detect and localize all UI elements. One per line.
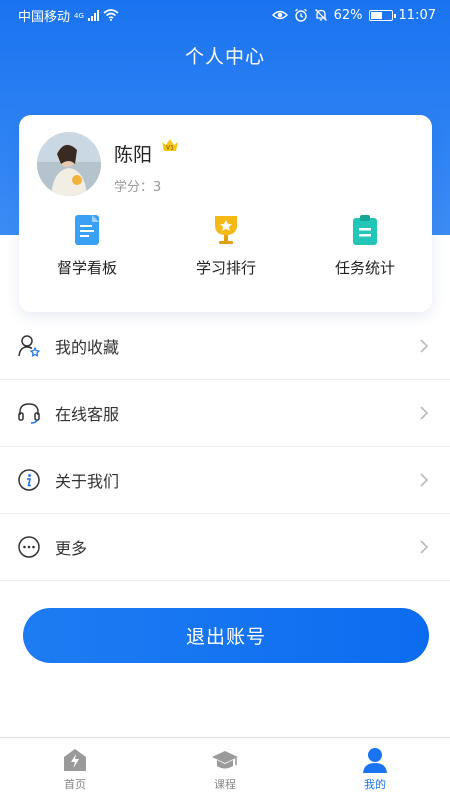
wifi-icon [103, 9, 119, 21]
menu-item-label: 在线客服 [55, 405, 120, 424]
battery-icon [368, 9, 396, 21]
clipboard-icon [353, 215, 377, 245]
credit-label: 学分：3 [114, 180, 162, 195]
tab-home[interactable]: 首页 [0, 738, 150, 800]
tab-courses[interactable]: 课程 [150, 738, 300, 800]
tab-label: 我的 [364, 778, 386, 791]
study-ranking-button[interactable]: 学习排行 [166, 213, 286, 278]
trophy-icon [215, 216, 237, 244]
vip-crown-icon: V1 [162, 139, 178, 152]
vip-level-label: V1 [166, 145, 174, 152]
tab-label: 课程 [214, 778, 236, 791]
user-name: 陈阳 [114, 144, 153, 166]
chevron-right-icon [420, 473, 429, 487]
battery-percent: 62% [333, 7, 363, 23]
signal-icon [87, 9, 99, 21]
settings-menu: 我的收藏 在线客服 关于我们 更多 [0, 313, 450, 581]
page-title: 个人中心 [184, 46, 265, 68]
network-label: 4G [74, 11, 84, 20]
info-icon [18, 469, 40, 491]
eye-icon [271, 10, 288, 20]
more-icon [18, 536, 40, 558]
logout-button[interactable]: 退出账号 [23, 608, 429, 663]
headset-icon [18, 403, 40, 424]
chevron-right-icon [420, 540, 429, 554]
person-icon [363, 748, 387, 773]
quick-action-label: 学习排行 [195, 259, 256, 277]
profile-card: 陈阳 V1 学分：3 督学看板 学习排行 任务统计 [19, 115, 432, 312]
chevron-right-icon [420, 406, 429, 420]
bottom-tab-bar: 首页 课程 我的 [0, 737, 450, 800]
quick-action-label: 任务统计 [334, 259, 395, 277]
user-star-icon [18, 335, 41, 357]
supervision-board-button[interactable]: 督学看板 [27, 213, 147, 278]
carrier-label: 中国移动 [18, 9, 71, 25]
menu-item-customer-service[interactable]: 在线客服 [0, 380, 450, 447]
menu-item-favorites[interactable]: 我的收藏 [0, 313, 450, 380]
menu-item-about-us[interactable]: 关于我们 [0, 447, 450, 514]
document-icon [75, 215, 99, 245]
task-statistics-button[interactable]: 任务统计 [305, 213, 425, 278]
alarm-icon [294, 8, 307, 22]
tab-mine[interactable]: 我的 [300, 738, 450, 800]
menu-item-label: 关于我们 [55, 472, 120, 491]
menu-item-more[interactable]: 更多 [0, 514, 450, 581]
mute-bell-icon [314, 9, 327, 21]
tab-label: 首页 [64, 778, 86, 791]
menu-item-label: 更多 [55, 539, 88, 558]
menu-item-label: 我的收藏 [55, 338, 120, 357]
quick-action-label: 督学看板 [56, 259, 117, 277]
home-icon [64, 749, 86, 771]
avatar[interactable] [37, 132, 101, 196]
battery-fill [370, 11, 383, 19]
graduation-cap-icon [212, 751, 238, 769]
chevron-right-icon [420, 339, 429, 353]
clock: 11:07 [398, 7, 436, 23]
status-bar: 中国移动 4G 62% 11:07 [0, 0, 450, 30]
